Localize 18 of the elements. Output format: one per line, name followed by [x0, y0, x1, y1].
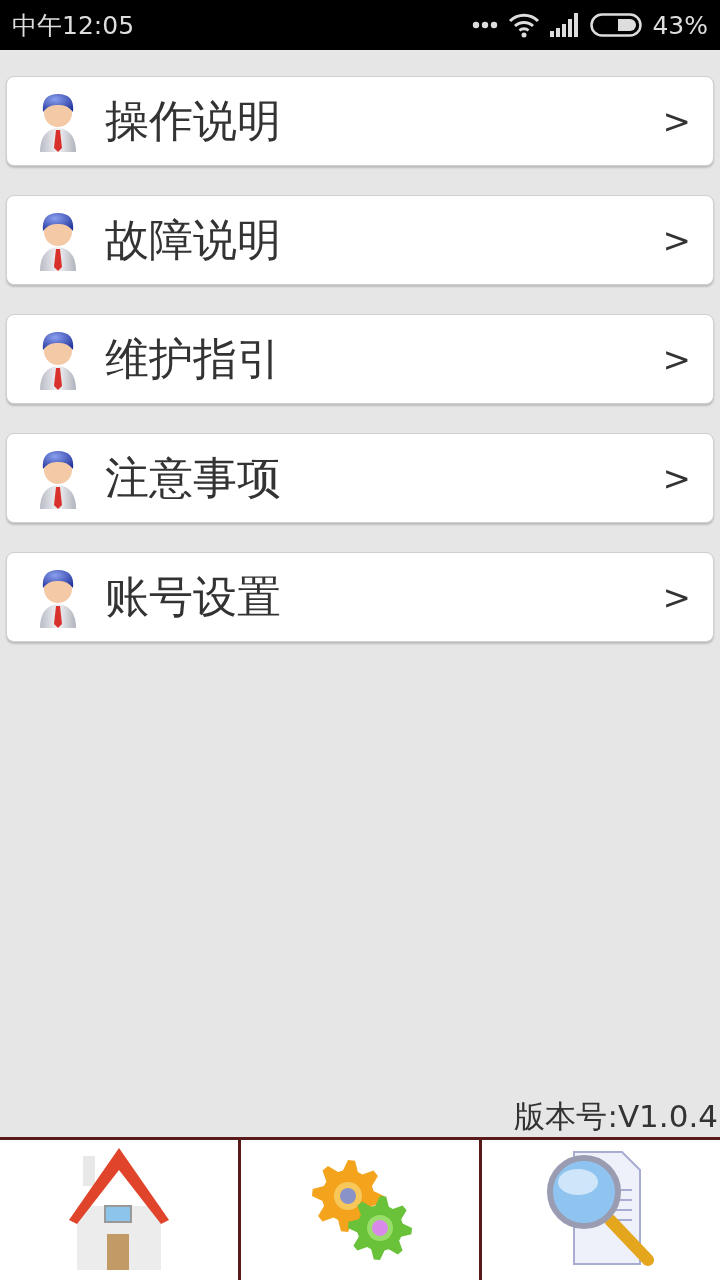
battery-percent: 43%: [652, 12, 708, 38]
more-dots-icon: [472, 21, 499, 29]
menu-item[interactable]: 故障说明 >: [6, 195, 714, 285]
menu-item[interactable]: 账号设置 >: [6, 552, 714, 642]
version-label: 版本号:V1.0.4: [514, 1099, 718, 1135]
chevron-icon: >: [662, 580, 691, 614]
menu-item[interactable]: 操作说明 >: [6, 76, 714, 166]
signal-icon: [550, 13, 581, 37]
clock-time: 中午12:05: [12, 12, 135, 38]
chevron-icon: >: [662, 104, 691, 138]
battery-icon: [590, 13, 643, 37]
chevron-icon: >: [662, 342, 691, 376]
menu-item[interactable]: 维护指引 >: [6, 314, 714, 404]
wifi-icon: [508, 12, 541, 38]
chevron-icon: >: [662, 223, 691, 257]
house-icon: [69, 1147, 169, 1273]
chevron-icon: >: [662, 461, 691, 495]
menu-item[interactable]: 注意事项 >: [6, 433, 714, 523]
